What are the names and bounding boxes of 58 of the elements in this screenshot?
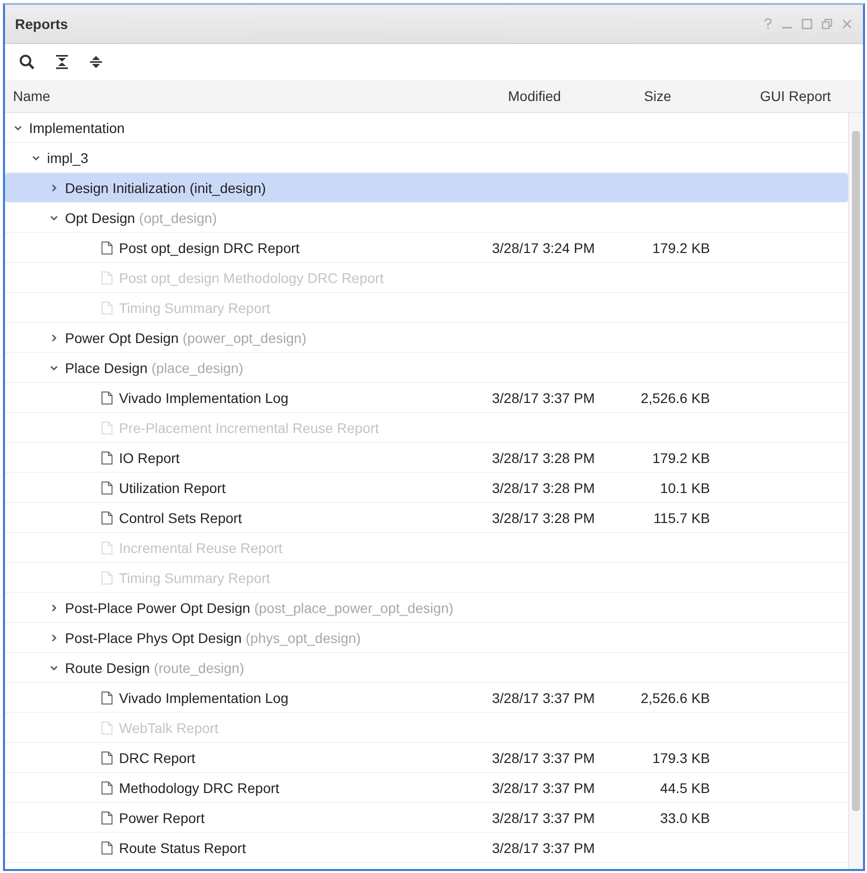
file-size: 179.3 KB	[652, 750, 710, 766]
modified-date: 3/28/17 3:37 PM	[492, 690, 595, 706]
report-name[interactable]: Vivado Implementation Log	[119, 690, 288, 706]
collapse-all-icon[interactable]	[55, 54, 69, 70]
modified-date: 3/28/17 3:24 PM	[492, 240, 595, 256]
task-name: (init_design)	[190, 180, 266, 196]
step-name[interactable]: Route Design	[65, 660, 150, 676]
column-heading[interactable]: Size	[636, 88, 752, 104]
step-name[interactable]: Post-Place Power Opt Design	[65, 600, 250, 616]
report-name[interactable]: Utilization Report	[119, 480, 226, 496]
chevron-right-icon[interactable]	[49, 332, 59, 342]
modified-date: 3/28/17 3:28 PM	[492, 450, 595, 466]
column-heading[interactable]: Modified	[500, 88, 636, 104]
step-name[interactable]: Power Opt Design	[65, 330, 179, 346]
modified-date: 3/28/17 3:37 PM	[492, 780, 595, 796]
report-name[interactable]: Methodology DRC Report	[119, 780, 280, 796]
file-size: 115.7 KB	[653, 510, 710, 526]
report-name[interactable]: Route Status Report	[119, 840, 246, 856]
expand-all-icon[interactable]	[89, 54, 103, 70]
task-name: (place_design)	[152, 360, 244, 376]
report-name[interactable]: IO Report	[119, 450, 180, 466]
file-size: 44.5 KB	[660, 780, 710, 796]
file-size: 179.2 KB	[652, 240, 710, 256]
task-name: (power_opt_design)	[182, 330, 306, 346]
file-size: 2,526.6 KB	[640, 690, 710, 706]
modified-date: 3/28/17 3:28 PM	[492, 510, 595, 526]
search-icon[interactable]	[19, 54, 35, 70]
chevron-right-icon[interactable]	[49, 602, 59, 612]
file-size: 2,526.6 KB	[640, 390, 710, 406]
modified-date: 3/28/17 3:37 PM	[492, 390, 595, 406]
modified-date: 3/28/17 3:37 PM	[492, 810, 595, 826]
modified-date: 3/28/17 3:28 PM	[492, 480, 595, 496]
step-name[interactable]: Design Initialization	[65, 180, 186, 196]
report-name[interactable]: Power Report	[119, 810, 205, 826]
task-name: (route_design)	[154, 660, 244, 676]
group-name[interactable]: impl_3	[47, 150, 88, 166]
file-size: 33.0 KB	[660, 810, 710, 826]
modified-date: 3/28/17 3:37 PM	[492, 750, 595, 766]
chevron-right-icon[interactable]	[49, 632, 59, 642]
modified-date: 3/28/17 3:37 PM	[492, 840, 595, 856]
window-title: Reports	[15, 16, 68, 32]
file-size: 10.1 KB	[660, 480, 710, 496]
chevron-right-icon[interactable]	[49, 182, 59, 192]
file-size: 179.2 KB	[652, 450, 710, 466]
task-name: (opt_design)	[139, 210, 217, 226]
selected-row[interactable]: Design Initialization (init_design)	[5, 173, 848, 203]
task-name: (post_place_power_opt_design)	[254, 600, 454, 616]
group-name[interactable]: Implementation	[29, 120, 125, 136]
step-name[interactable]: Opt Design	[65, 210, 136, 226]
step-name[interactable]: Post-Place Phys Opt Design	[65, 630, 242, 646]
task-name: (phys_opt_design)	[246, 630, 361, 646]
report-name[interactable]: Post opt_design DRC Report	[119, 240, 300, 256]
step-name[interactable]: Place Design	[65, 360, 148, 376]
report-name[interactable]: DRC Report	[119, 750, 196, 766]
report-name[interactable]: Vivado Implementation Log	[119, 390, 288, 406]
column-heading[interactable]: GUI Report	[752, 88, 831, 104]
column-heading[interactable]: Name	[5, 88, 500, 104]
report-name[interactable]: Control Sets Report	[119, 510, 242, 526]
